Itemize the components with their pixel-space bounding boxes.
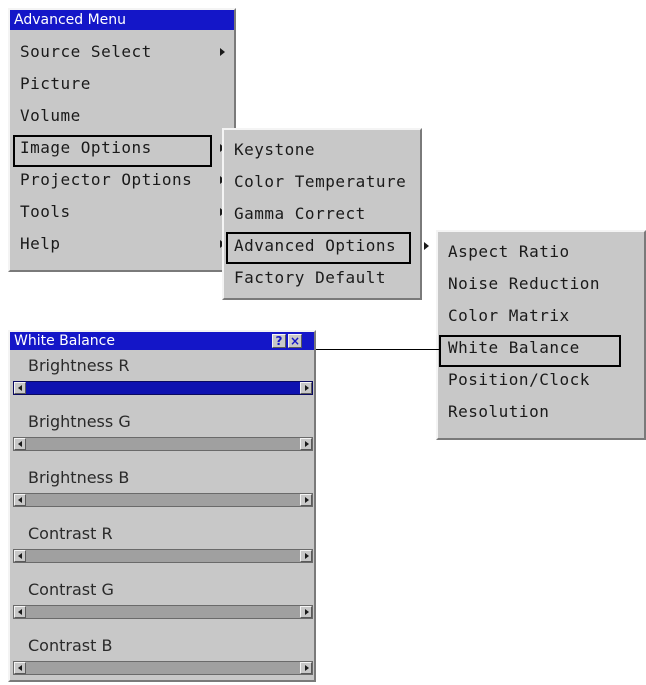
- menu-item-gamma-correct[interactable]: Gamma Correct: [224, 198, 420, 230]
- contrast-b-slider[interactable]: [13, 661, 313, 675]
- help-button[interactable]: ?: [272, 334, 286, 348]
- menu-item-label: Keystone: [234, 140, 316, 159]
- menu-item-label: Resolution: [448, 402, 550, 421]
- brightness-r-slider[interactable]: [13, 381, 313, 395]
- advanced-menu-title: Advanced Menu: [10, 10, 234, 30]
- menu-item-label: Help: [20, 234, 61, 253]
- contrast-g-slider[interactable]: [13, 605, 313, 619]
- slider-label: Brightness R: [28, 356, 130, 375]
- increase-icon[interactable]: [300, 494, 312, 506]
- increase-icon[interactable]: [300, 382, 312, 394]
- selection-highlight-advanced-options: [226, 232, 411, 264]
- increase-icon[interactable]: [300, 550, 312, 562]
- menu-item-factory-default[interactable]: Factory Default: [224, 262, 420, 294]
- slider-label: Brightness B: [28, 468, 130, 487]
- menu-item-label: Source Select: [20, 42, 152, 61]
- close-button[interactable]: ×: [288, 334, 302, 348]
- menu-item-resolution[interactable]: Resolution: [438, 396, 644, 428]
- increase-icon[interactable]: [300, 438, 312, 450]
- menu-item-noise-reduction[interactable]: Noise Reduction: [438, 268, 644, 300]
- menu-item-label: Color Temperature: [234, 172, 407, 191]
- decrease-icon[interactable]: [14, 550, 26, 562]
- menu-item-color-matrix[interactable]: Color Matrix: [438, 300, 644, 332]
- decrease-icon[interactable]: [14, 494, 26, 506]
- menu-item-label: Aspect Ratio: [448, 242, 570, 261]
- image-options-menu: Keystone Color Temperature Gamma Correct…: [222, 128, 429, 300]
- menu-item-label: Picture: [20, 74, 91, 93]
- menu-item-label: Color Matrix: [448, 306, 570, 325]
- menu-item-picture[interactable]: Picture: [10, 68, 234, 100]
- menu-item-projector-options[interactable]: Projector Options: [10, 164, 234, 196]
- contrast-r-slider[interactable]: [13, 549, 313, 563]
- menu-item-label: Factory Default: [234, 268, 386, 287]
- menu-item-tools[interactable]: Tools: [10, 196, 234, 228]
- menu-item-label: Position/Clock: [448, 370, 590, 389]
- menu-item-label: Gamma Correct: [234, 204, 366, 223]
- submenu-arrow-icon: [220, 48, 225, 56]
- selection-highlight-image-options: [13, 135, 212, 167]
- menu-item-help[interactable]: Help: [10, 228, 234, 260]
- menu-item-keystone[interactable]: Keystone: [224, 134, 420, 166]
- menu-item-source-select[interactable]: Source Select: [10, 36, 234, 68]
- white-balance-dialog: White Balance ? × Brightness R Brightnes…: [8, 330, 316, 682]
- decrease-icon[interactable]: [14, 606, 26, 618]
- selection-highlight-white-balance: [439, 335, 621, 367]
- slider-label: Brightness G: [28, 412, 131, 431]
- decrease-icon[interactable]: [14, 662, 26, 674]
- menu-item-color-temperature[interactable]: Color Temperature: [224, 166, 420, 198]
- menu-item-label: Volume: [20, 106, 81, 125]
- slider-label: Contrast R: [28, 524, 113, 543]
- white-balance-title: White Balance: [10, 332, 314, 350]
- menu-item-position-clock[interactable]: Position/Clock: [438, 364, 644, 396]
- menu-item-volume[interactable]: Volume: [10, 100, 234, 132]
- brightness-g-slider[interactable]: [13, 437, 313, 451]
- submenu-arrow-icon: [424, 242, 429, 250]
- menu-item-label: Projector Options: [20, 170, 193, 189]
- brightness-b-slider[interactable]: [13, 493, 313, 507]
- decrease-icon[interactable]: [14, 438, 26, 450]
- connector-line: [312, 349, 439, 350]
- menu-item-aspect-ratio[interactable]: Aspect Ratio: [438, 236, 644, 268]
- increase-icon[interactable]: [300, 662, 312, 674]
- slider-label: Contrast G: [28, 580, 114, 599]
- menu-item-label: Noise Reduction: [448, 274, 600, 293]
- menu-item-label: Tools: [20, 202, 71, 221]
- decrease-icon[interactable]: [14, 382, 26, 394]
- slider-label: Contrast B: [28, 636, 113, 655]
- increase-icon[interactable]: [300, 606, 312, 618]
